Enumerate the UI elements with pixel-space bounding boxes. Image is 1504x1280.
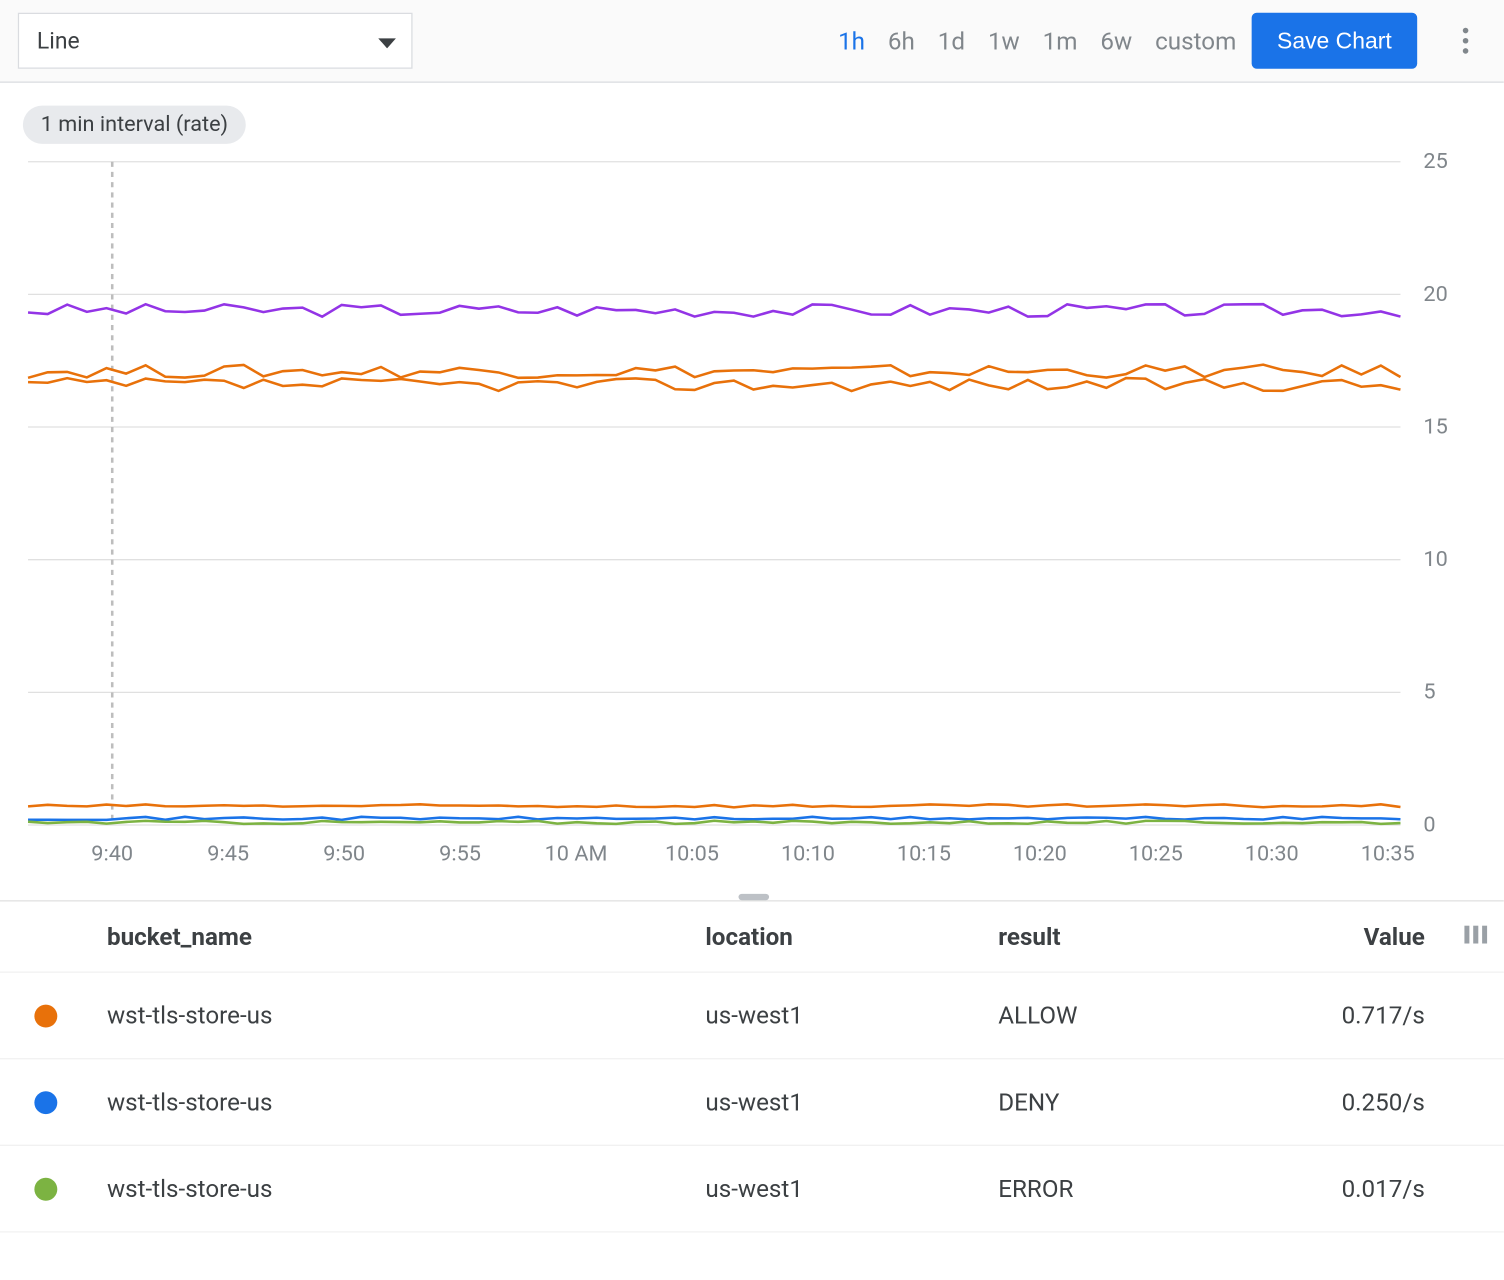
chart-toolbar: Line 1h 6h 1d 1w 1m 6w custom Save Chart — [0, 0, 1504, 83]
range-custom[interactable]: custom — [1155, 26, 1236, 55]
cell-location: us-west1 — [690, 1174, 983, 1203]
cell-bucket-name: wst-tls-store-us — [92, 1174, 690, 1203]
series-line — [28, 804, 1400, 807]
more-menu-icon[interactable] — [1445, 20, 1486, 61]
table-header-row: bucket_name location result Value — [0, 901, 1504, 972]
col-bucket-name[interactable]: bucket_name — [92, 922, 690, 951]
table-row[interactable]: wst-tls-store-usus-west1DENY0.250/s — [0, 1059, 1504, 1146]
svg-text:10:15: 10:15 — [897, 842, 951, 867]
cell-value: 0.017/s — [1289, 1174, 1448, 1203]
table-row[interactable]: wst-tls-store-usus-west1ALLOW0.717/s — [0, 973, 1504, 1060]
cell-result: DENY — [983, 1087, 1289, 1116]
svg-text:10:05: 10:05 — [665, 842, 719, 867]
col-result[interactable]: result — [983, 922, 1289, 951]
range-6w[interactable]: 6w — [1100, 26, 1132, 55]
series-swatch — [34, 1091, 57, 1114]
svg-text:10: 10 — [1423, 547, 1447, 572]
series-swatch — [34, 1177, 57, 1200]
chart-type-value: Line — [37, 27, 80, 54]
save-chart-button[interactable]: Save Chart — [1252, 13, 1418, 69]
range-1d[interactable]: 1d — [938, 26, 965, 55]
cell-value: 0.717/s — [1289, 1001, 1448, 1030]
chart-area: 1 min interval (rate) 0 5 10 15 20 25 9:40 9:45… — [0, 83, 1504, 900]
cell-location: us-west1 — [690, 1001, 983, 1030]
svg-text:5: 5 — [1423, 680, 1435, 705]
cell-result: ERROR — [983, 1174, 1289, 1203]
svg-text:15: 15 — [1423, 414, 1447, 439]
svg-text:9:55: 9:55 — [439, 842, 481, 867]
series-swatch — [34, 1004, 57, 1027]
series-line — [28, 817, 1400, 820]
svg-text:10:25: 10:25 — [1129, 842, 1183, 867]
time-range-picker: 1h 6h 1d 1w 1m 6w custom — [838, 26, 1236, 55]
cell-value: 0.250/s — [1289, 1087, 1448, 1116]
svg-text:10:35: 10:35 — [1361, 842, 1415, 867]
series-line — [28, 304, 1400, 316]
svg-text:9:40: 9:40 — [91, 842, 133, 867]
cell-bucket-name: wst-tls-store-us — [92, 1087, 690, 1116]
cell-bucket-name: wst-tls-store-us — [92, 1001, 690, 1030]
svg-text:10:30: 10:30 — [1245, 842, 1299, 867]
interval-badge: 1 min interval (rate) — [23, 106, 246, 144]
svg-text:0: 0 — [1423, 812, 1435, 837]
cell-result: ALLOW — [983, 1001, 1289, 1030]
svg-text:9:45: 9:45 — [207, 842, 249, 867]
chart-type-select[interactable]: Line — [18, 13, 413, 69]
range-1m[interactable]: 1m — [1043, 26, 1078, 55]
caret-down-icon — [378, 27, 396, 54]
col-location[interactable]: location — [690, 922, 983, 951]
svg-text:10:10: 10:10 — [781, 842, 835, 867]
svg-text:20: 20 — [1423, 282, 1447, 307]
cell-location: us-west1 — [690, 1087, 983, 1116]
svg-text:10 AM: 10 AM — [545, 842, 608, 867]
legend-table: bucket_name location result Value wst-tl… — [0, 900, 1504, 1232]
series-line — [28, 821, 1400, 824]
svg-text:25: 25 — [1423, 149, 1447, 174]
col-value[interactable]: Value — [1289, 922, 1448, 951]
svg-text:10:20: 10:20 — [1013, 842, 1067, 867]
series-line — [28, 378, 1400, 391]
range-6h[interactable]: 6h — [888, 26, 915, 55]
range-1h[interactable]: 1h — [838, 26, 865, 55]
range-1w[interactable]: 1w — [988, 26, 1020, 55]
series-line — [28, 365, 1400, 378]
line-chart[interactable]: 0 5 10 15 20 25 9:40 9:45 9:50 9:55 10 AM 10:05 10:1… — [23, 149, 1485, 889]
columns-icon[interactable] — [1448, 923, 1504, 951]
table-row[interactable]: wst-tls-store-usus-west1ERROR0.017/s — [0, 1146, 1504, 1233]
svg-text:9:50: 9:50 — [323, 842, 365, 867]
